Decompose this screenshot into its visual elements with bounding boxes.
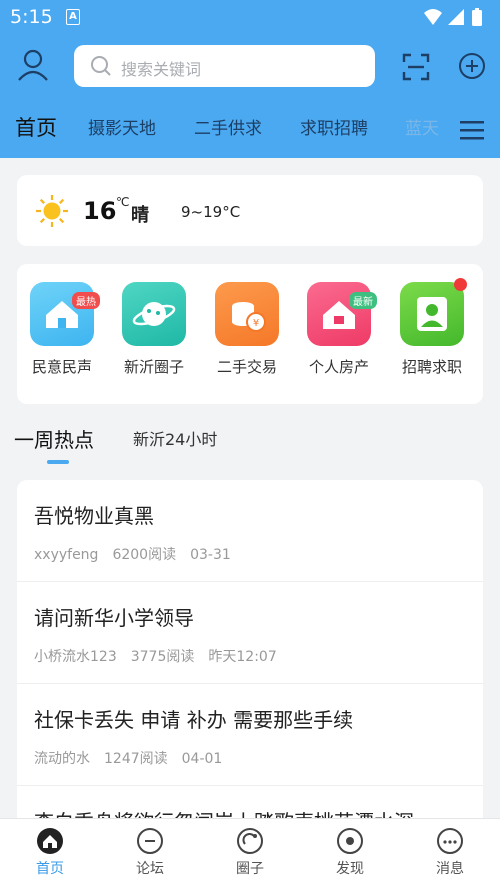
post-views: 6200阅读 — [112, 547, 177, 563]
post-meta: 小桥流水123 3775阅读 昨天12:07 — [34, 646, 291, 666]
svg-text:¥: ¥ — [253, 318, 259, 329]
post-title: 吾悦物业真黑 — [34, 504, 154, 528]
battery-icon — [472, 8, 482, 26]
app-public-voice[interactable]: 最热 民意民声 — [17, 282, 100, 382]
app-jobs[interactable]: 招聘求职 — [387, 278, 467, 382]
status-time: 5:15 — [10, 6, 53, 28]
app-xinyi-circle[interactable]: 新沂圈子 — [109, 282, 189, 382]
person-icon — [400, 282, 464, 346]
app-second-hand-trade[interactable]: ¥ 二手交易 — [202, 282, 282, 382]
app-label: 个人房产 — [308, 358, 369, 376]
coins-icon: ¥ — [215, 282, 279, 346]
nav-forum[interactable]: 论坛 — [120, 827, 180, 887]
app-label: 二手交易 — [216, 358, 277, 376]
search-placeholder: 搜索关键词 — [121, 60, 202, 79]
post-views: 1247阅读 — [104, 751, 168, 767]
tab-blue-sky[interactable]: 蓝天 — [405, 114, 439, 139]
weather-range: 9~19°C — [181, 203, 241, 221]
post-date: 昨天12:07 — [208, 649, 277, 665]
status-bar: 5:15 A — [0, 0, 500, 34]
nav-label: 论坛 — [136, 861, 164, 877]
sun-icon — [35, 194, 69, 232]
section-tabs: 一周热点 新沂24小时 — [0, 420, 500, 470]
list-item[interactable]: 请问新华小学领导 小桥流水123 3775阅读 昨天12:07 — [17, 582, 483, 684]
plus-icon[interactable] — [458, 52, 486, 84]
post-meta: 流动的水 1247阅读 04-01 — [34, 748, 236, 768]
nav-label: 消息 — [436, 861, 464, 877]
nav-label: 圈子 — [236, 861, 264, 877]
circle-icon — [237, 828, 263, 854]
hot-badge: 最热 — [72, 292, 100, 309]
tab-home[interactable]: 首页 — [15, 112, 57, 142]
list-item[interactable]: 李白乘舟将欲行忽闻岸上踏歌声桃花潭水深 — [17, 786, 483, 820]
signal-icon — [448, 9, 464, 25]
search-icon — [90, 55, 112, 81]
nav-label: 首页 — [36, 861, 64, 877]
post-title: 社保卡丢失 申请 补办 需要那些手续 — [34, 708, 354, 732]
list-item[interactable]: 吾悦物业真黑 xxyyfeng 6200阅读 03-31 — [17, 480, 483, 582]
post-list: 吾悦物业真黑 xxyyfeng 6200阅读 03-31 请问新华小学领导 小桥流水… — [17, 480, 483, 820]
scan-icon[interactable] — [401, 52, 431, 86]
app-label: 新沂圈子 — [123, 358, 184, 376]
discover-icon — [337, 828, 363, 854]
list-item[interactable]: 社保卡丢失 申请 补办 需要那些手续 流动的水 1247阅读 04-01 — [17, 684, 483, 786]
post-author: 小桥流水123 — [34, 649, 117, 665]
search-input[interactable]: 搜索关键词 — [74, 45, 375, 87]
planet-icon — [122, 282, 186, 346]
tab-second-hand[interactable]: 二手供求 — [194, 114, 262, 139]
message-icon — [437, 828, 463, 854]
nav-discover[interactable]: 发现 — [320, 827, 380, 887]
home-icon — [37, 828, 63, 854]
weather-unit: ℃ — [116, 195, 130, 209]
tab-jobs[interactable]: 求职招聘 — [300, 114, 368, 139]
weather-condition: 晴 — [131, 205, 149, 226]
tab-xinyi-24h[interactable]: 新沂24小时 — [133, 426, 217, 450]
nav-label: 发现 — [336, 861, 364, 877]
app-label: 招聘求职 — [401, 358, 462, 376]
menu-icon[interactable] — [460, 120, 484, 144]
post-date: 03-31 — [190, 547, 231, 563]
app-header: 搜索关键词 — [0, 42, 500, 92]
top-header-area: 5:15 A 搜索关键词 首页 摄影天地 二手供求 求职招聘 蓝天 — [0, 0, 500, 158]
notification-dot — [454, 278, 467, 291]
post-views: 3775阅读 — [130, 649, 195, 665]
user-icon[interactable] — [16, 48, 50, 86]
wifi-icon — [424, 9, 442, 25]
tab-photography[interactable]: 摄影天地 — [88, 114, 156, 139]
app-grid: 最热 民意民声 新沂圈子 ¥ 二手交易 最新 个人房产 招聘求职 — [17, 264, 483, 404]
post-title: 请问新华小学领导 — [34, 606, 194, 630]
bottom-nav: 首页 论坛 圈子 发现 消息 — [0, 818, 500, 888]
nav-circle[interactable]: 圈子 — [220, 827, 280, 887]
new-badge: 最新 — [349, 292, 377, 309]
forum-icon — [137, 828, 163, 854]
app-personal-property[interactable]: 最新 个人房产 — [294, 282, 377, 382]
weather-temperature: 16 — [83, 197, 117, 225]
nav-home[interactable]: 首页 — [20, 827, 80, 887]
nav-messages[interactable]: 消息 — [420, 827, 480, 887]
post-author: xxyyfeng — [34, 547, 99, 563]
app-label: 民意民声 — [31, 358, 92, 376]
post-author: 流动的水 — [34, 751, 90, 767]
tab-weekly-hot[interactable]: 一周热点 — [14, 424, 94, 453]
weather-card[interactable]: 16 ℃ 晴 9~19°C — [17, 175, 483, 246]
category-tabs: 首页 摄影天地 二手供求 求职招聘 蓝天 — [0, 112, 500, 148]
a-icon: A — [66, 9, 80, 25]
post-meta: xxyyfeng 6200阅读 03-31 — [34, 544, 245, 564]
active-tab-indicator — [47, 460, 69, 464]
system-icons — [422, 6, 488, 32]
post-date: 04-01 — [181, 751, 223, 767]
